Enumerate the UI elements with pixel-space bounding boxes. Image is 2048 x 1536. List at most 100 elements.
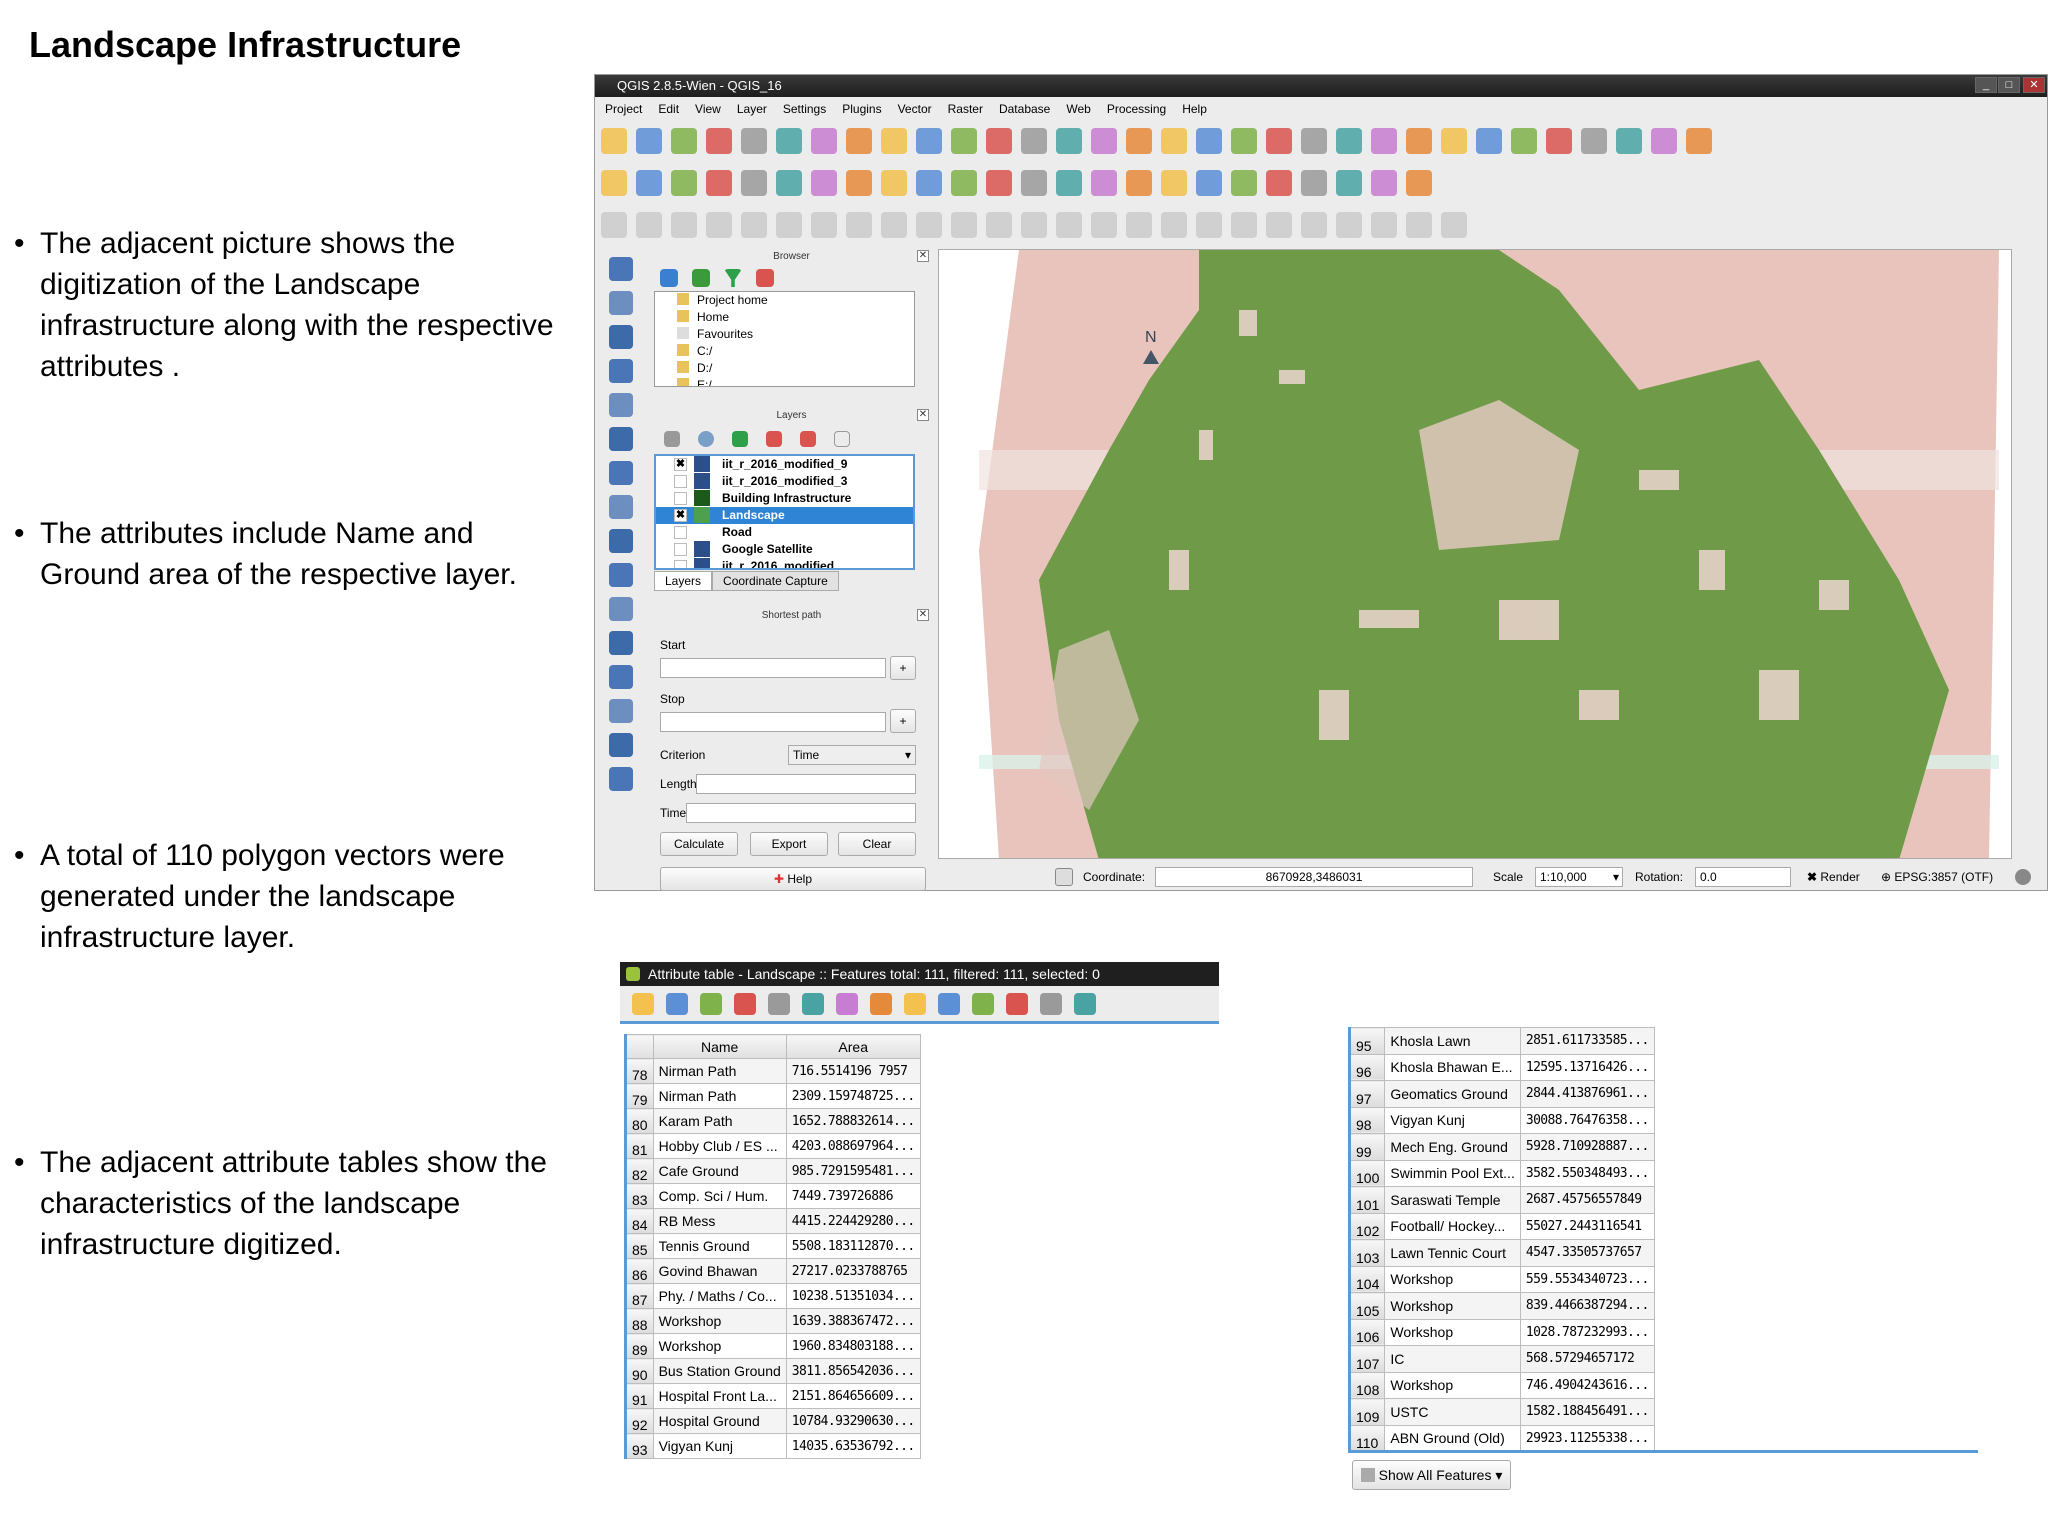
cell-name[interactable]: Lawn Tennic Court xyxy=(1384,1239,1521,1267)
row-number[interactable]: 103 xyxy=(1348,1239,1386,1267)
row-number[interactable]: 93 xyxy=(625,1433,654,1459)
cell-name[interactable]: Football/ Hockey... xyxy=(1384,1212,1521,1240)
rotate-label-icon[interactable] xyxy=(1091,170,1117,196)
cell-name[interactable]: Saraswati Temple xyxy=(1384,1186,1521,1214)
open-street-map-icon[interactable] xyxy=(1336,170,1362,196)
clear-button[interactable]: Clear xyxy=(838,832,916,856)
table-row[interactable]: 102 Football/ Hockey... 55027.2443116541 xyxy=(1348,1212,1655,1240)
table-row[interactable]: 110 ABN Ground (Old) 29923.11255338... xyxy=(1348,1424,1655,1452)
table-row[interactable]: 101 Saraswati Temple 2687.45756557849 xyxy=(1348,1186,1655,1214)
table-row[interactable]: 103 Lawn Tennic Court 4547.33505737657 xyxy=(1348,1239,1655,1267)
change-label-icon[interactable] xyxy=(1126,170,1152,196)
row-number[interactable]: 102 xyxy=(1348,1212,1386,1240)
row-number[interactable]: 88 xyxy=(625,1308,654,1334)
layer-visibility-checkbox[interactable]: ✖ xyxy=(674,458,687,471)
python-icon[interactable] xyxy=(1406,170,1432,196)
layer-visibility-checkbox[interactable] xyxy=(674,492,687,505)
save-edits-icon[interactable] xyxy=(671,170,697,196)
zoom-next-icon[interactable] xyxy=(1161,128,1187,154)
row-number[interactable]: 110 xyxy=(1348,1424,1386,1452)
delete-selected-icon[interactable] xyxy=(811,170,837,196)
table-row[interactable]: 98 Vigyan Kunj 30088.76476358... xyxy=(1348,1106,1655,1134)
cell-area[interactable]: 839.4466387294... xyxy=(1519,1292,1655,1320)
column-header-area[interactable]: Area xyxy=(785,1034,921,1059)
cell-name[interactable]: Nirman Path xyxy=(652,1058,787,1084)
row-number[interactable]: 96 xyxy=(1348,1053,1386,1081)
split-parts-icon[interactable] xyxy=(1021,212,1047,238)
cell-area[interactable]: 3582.550348493... xyxy=(1519,1159,1655,1187)
invert-selection-icon[interactable] xyxy=(870,992,892,1015)
new-project-icon[interactable] xyxy=(601,128,627,154)
cell-area[interactable]: 7449.739726886 xyxy=(785,1183,921,1209)
cell-area[interactable]: 2851.611733585... xyxy=(1519,1027,1655,1055)
help-icon[interactable] xyxy=(1651,128,1677,154)
text-annotation-icon[interactable] xyxy=(1616,128,1642,154)
layer-visibility-checkbox[interactable] xyxy=(674,560,687,568)
scale-combo[interactable]: 1:10,000 ▾ xyxy=(1535,867,1623,887)
browser-item[interactable]: Favourites xyxy=(655,326,914,343)
add-mssql-layer-icon[interactable] xyxy=(609,393,633,417)
gps-icon[interactable] xyxy=(1196,170,1222,196)
cell-name[interactable]: Nirman Path xyxy=(652,1083,787,1109)
column-header-name[interactable]: Name xyxy=(652,1034,787,1059)
cell-name[interactable]: Mech Eng. Ground xyxy=(1384,1133,1521,1161)
table-row[interactable]: 82 Cafe Ground 985.7291595481... xyxy=(625,1158,921,1184)
collapse-icon[interactable] xyxy=(756,269,774,287)
row-number[interactable]: 83 xyxy=(625,1183,654,1209)
merge-attributes-icon[interactable] xyxy=(1091,212,1117,238)
pan-icon[interactable] xyxy=(846,128,872,154)
new-spatialite-layer-icon[interactable] xyxy=(609,665,633,689)
table-row[interactable]: 79 Nirman Path 2309.159748725... xyxy=(625,1083,921,1109)
messages-icon[interactable] xyxy=(2015,869,2031,885)
table-row[interactable]: 81 Hobby Club / ES ... 4203.088697964... xyxy=(625,1133,921,1159)
table-row[interactable]: 88 Workshop 1639.388367472... xyxy=(625,1308,921,1334)
fill-ring-icon[interactable] xyxy=(811,212,837,238)
row-number[interactable]: 100 xyxy=(1348,1159,1386,1187)
cell-name[interactable]: Vigyan Kunj xyxy=(1384,1106,1521,1134)
table-row[interactable]: 108 Workshop 746.4904243616... xyxy=(1348,1371,1655,1399)
row-number[interactable]: 104 xyxy=(1348,1265,1386,1293)
toggle-editing-icon[interactable] xyxy=(632,992,654,1015)
menu-web[interactable]: Web xyxy=(1066,102,1090,116)
cell-name[interactable]: Hobby Club / ES ... xyxy=(652,1133,787,1159)
add-wms-layer-icon[interactable] xyxy=(609,495,633,519)
table-row[interactable]: 106 Workshop 1028.787232993... xyxy=(1348,1318,1655,1346)
length-field[interactable] xyxy=(696,774,916,794)
rotate-icon[interactable] xyxy=(1161,212,1187,238)
layer-visibility-checkbox[interactable] xyxy=(674,526,687,539)
digitize-icon[interactable] xyxy=(601,212,627,238)
row-number[interactable]: 99 xyxy=(1348,1133,1386,1161)
cell-name[interactable]: Workshop xyxy=(1384,1265,1521,1293)
time-field[interactable] xyxy=(686,803,916,823)
cell-area[interactable]: 1028.787232993... xyxy=(1519,1318,1655,1346)
delete-selected-icon[interactable] xyxy=(700,992,722,1015)
row-number[interactable]: 89 xyxy=(625,1333,654,1359)
cell-area[interactable]: 4415.224429280... xyxy=(785,1208,921,1234)
show-bookmarks-icon[interactable] xyxy=(1581,128,1607,154)
new-field-icon[interactable] xyxy=(1006,992,1028,1015)
move-feature-icon[interactable] xyxy=(741,170,767,196)
cell-area[interactable]: 2844.413876961... xyxy=(1519,1080,1655,1108)
cell-area[interactable]: 10784.93290630... xyxy=(785,1408,921,1434)
add-vector-layer-icon[interactable] xyxy=(609,257,633,281)
new-bookmark-icon[interactable] xyxy=(1546,128,1572,154)
row-number[interactable]: 97 xyxy=(1348,1080,1386,1108)
csw-icon[interactable] xyxy=(1371,170,1397,196)
cell-name[interactable]: Workshop xyxy=(652,1333,787,1359)
measure-area-icon[interactable] xyxy=(1336,212,1362,238)
menu-raster[interactable]: Raster xyxy=(948,102,983,116)
cell-name[interactable]: Hospital Ground xyxy=(652,1408,787,1434)
layer-item[interactable]: Building Infrastructure xyxy=(656,490,913,507)
table-row[interactable]: 87 Phy. / Maths / Co... 10238.51351034... xyxy=(625,1283,921,1309)
zoom-out-icon[interactable] xyxy=(951,128,977,154)
more-tools-icon[interactable] xyxy=(609,767,633,791)
cell-area[interactable]: 14035.63536792... xyxy=(785,1433,921,1459)
table-row[interactable]: 105 Workshop 839.4466387294... xyxy=(1348,1292,1655,1320)
menu-plugins[interactable]: Plugins xyxy=(842,102,881,116)
layer-item[interactable]: Road xyxy=(656,524,913,541)
table-row[interactable]: 92 Hospital Ground 10784.93290630... xyxy=(625,1408,921,1434)
close-icon[interactable]: ✕ xyxy=(917,609,929,621)
export-button[interactable]: Export xyxy=(750,832,828,856)
reshape-icon[interactable] xyxy=(916,212,942,238)
add-delimited-text-layer-icon[interactable] xyxy=(609,597,633,621)
